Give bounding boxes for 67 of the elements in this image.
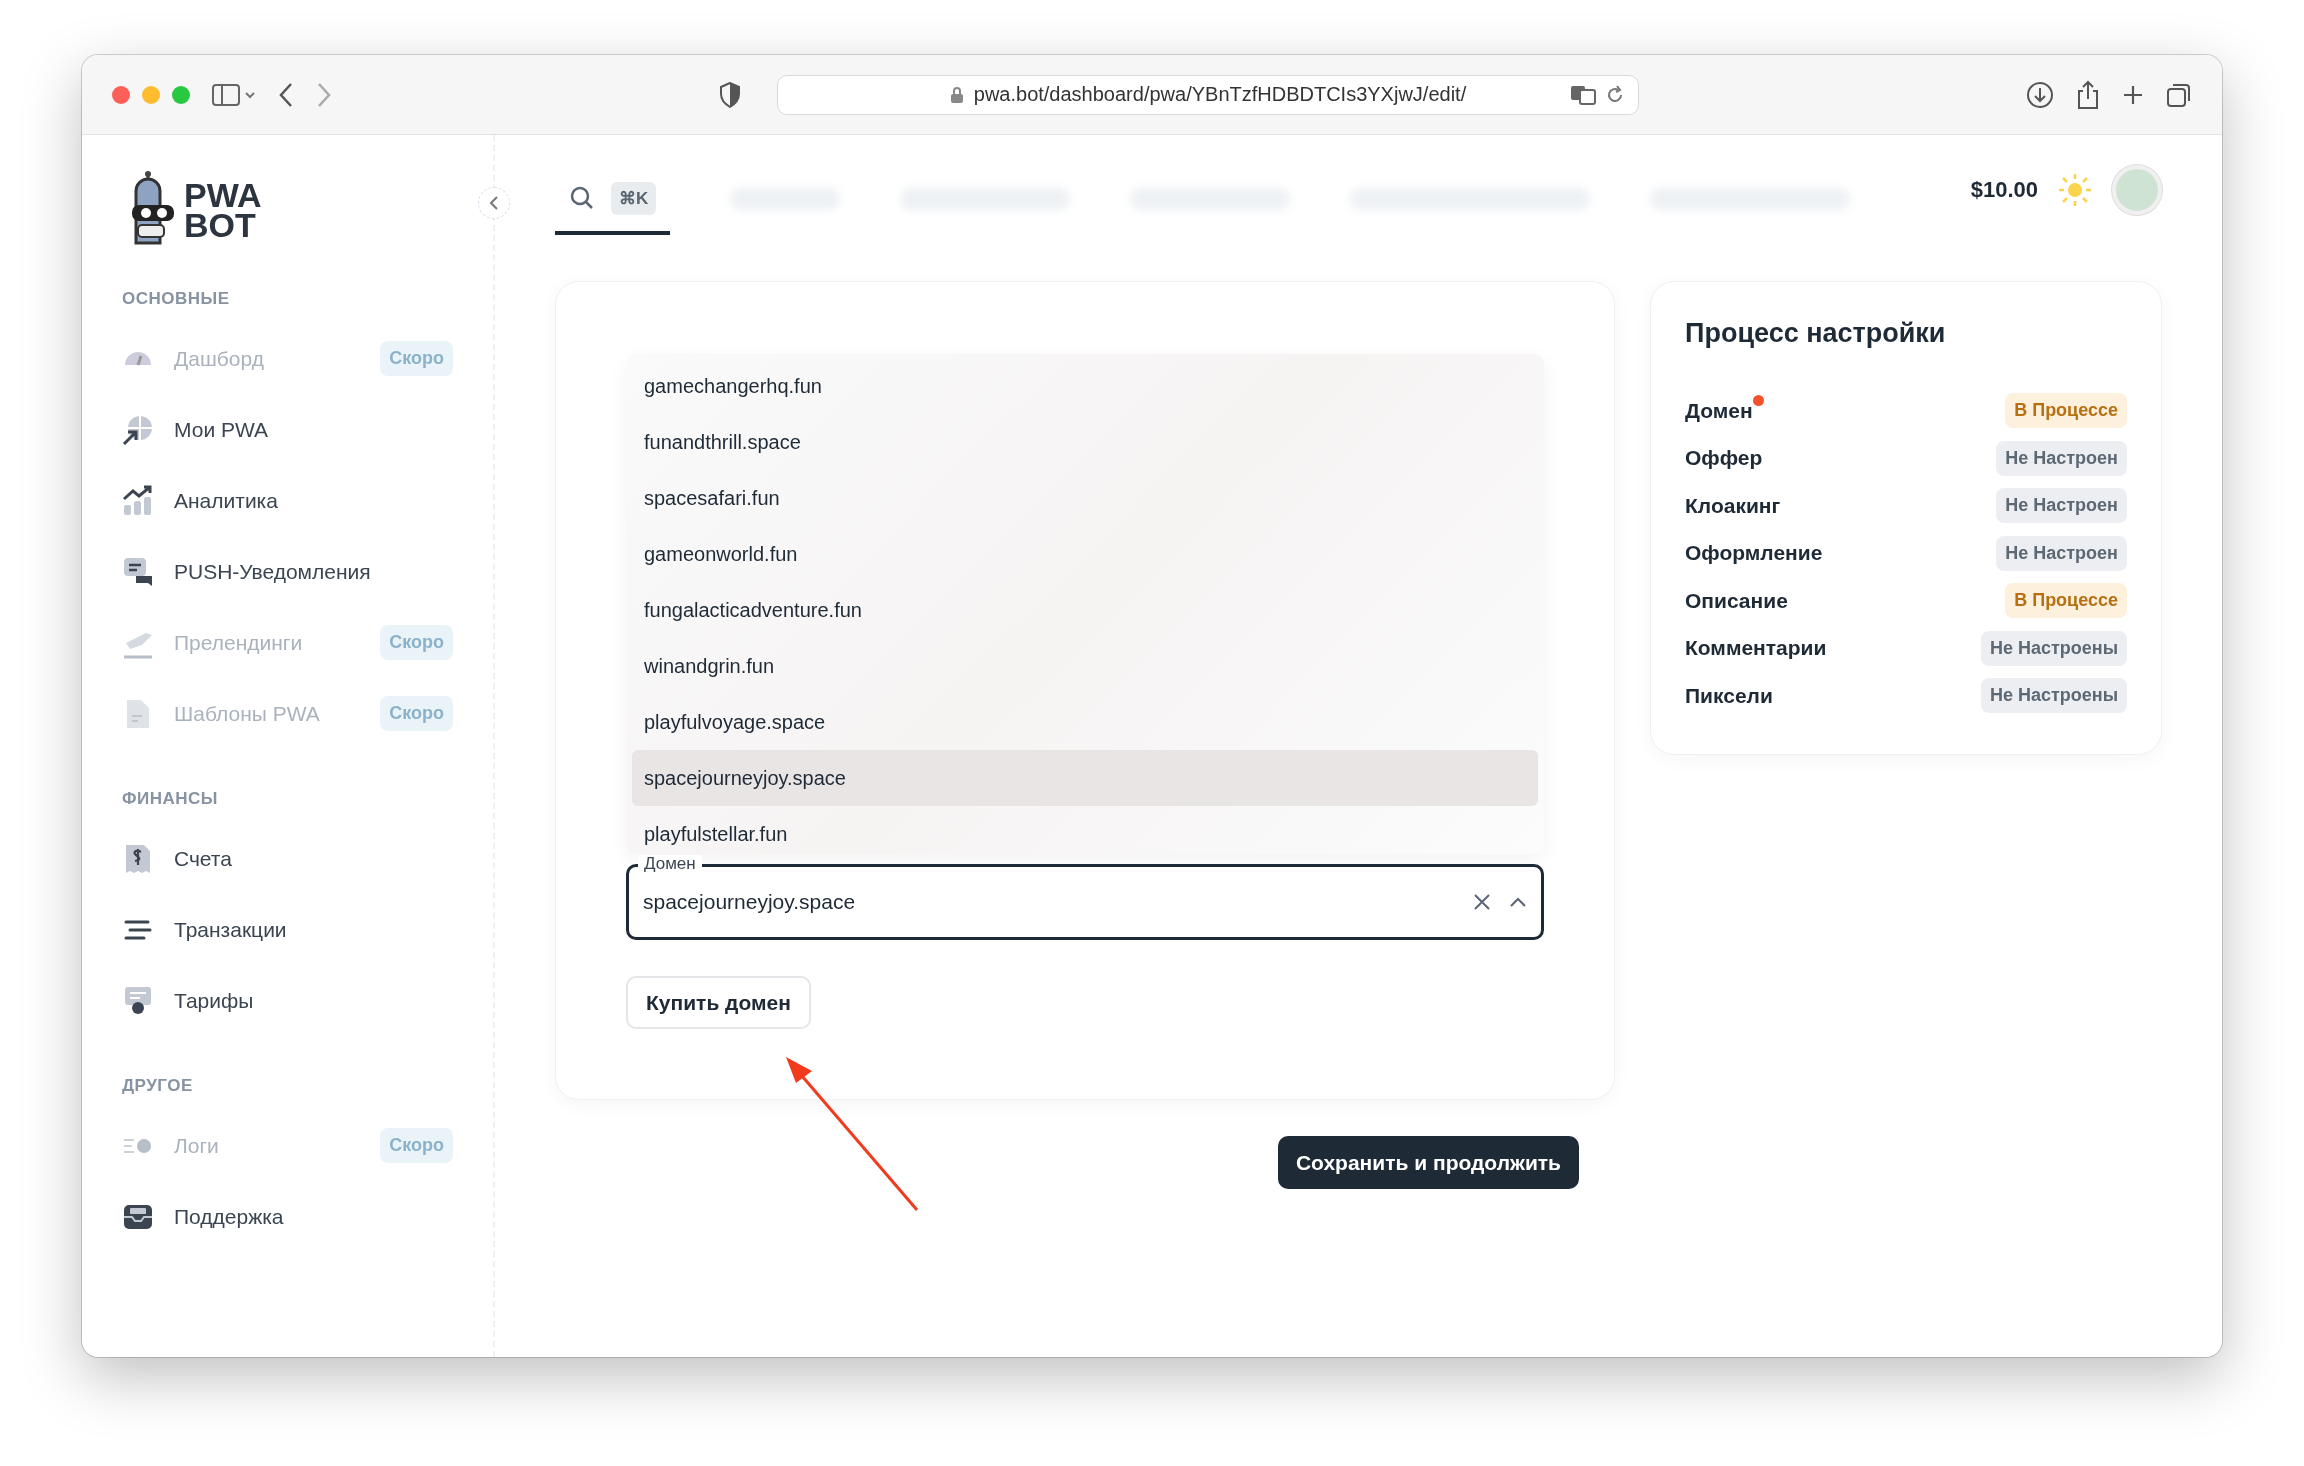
dropdown-option[interactable]: winandgrin.fun [632, 638, 1538, 694]
card-title: Процесс настройки [1685, 318, 1947, 349]
step-label: Оформление [1685, 541, 1823, 566]
step-label: Пиксели [1685, 683, 1773, 708]
globe-icon [122, 413, 154, 446]
sidebar-item[interactable]: Тарифы [122, 965, 453, 1036]
chat-icon [122, 555, 154, 588]
download-icon[interactable] [2026, 80, 2054, 109]
soon-badge: Скоро [380, 625, 453, 660]
step-label: Комментарии [1685, 636, 1827, 661]
balance: $10.00 [1970, 177, 2038, 203]
status-badge: Не Настроен [1996, 488, 2127, 524]
collapse-sidebar-button[interactable] [478, 187, 510, 219]
dropdown-option[interactable]: playfulstellar.fun [632, 806, 1538, 854]
dropdown-option[interactable]: gameonworld.fun [632, 526, 1538, 582]
chevron-up-icon[interactable] [1509, 896, 1527, 908]
soon-badge: Скоро [380, 696, 453, 731]
shortcut-hint: ⌘K [611, 181, 657, 215]
buy-domain-button[interactable]: Купить домен [626, 976, 811, 1029]
soon-badge: Скоро [380, 1128, 453, 1163]
dropdown-option[interactable]: spacejourneyjoy.space [632, 750, 1538, 806]
status-badge: Не Настроен [1996, 535, 2127, 571]
chart-icon [122, 484, 154, 517]
dropdown-option[interactable]: gamechangerhq.fun [632, 358, 1538, 414]
step-label: Описание [1685, 588, 1788, 613]
status-badge: Не Настроен [1996, 440, 2127, 476]
step-label: Домен [1685, 398, 1753, 423]
certificate-icon [122, 984, 154, 1017]
sidebar-item[interactable]: Аналитика [122, 465, 453, 536]
status-badge: В Процессе [2005, 393, 2127, 429]
step-label: Клоакинг [1685, 493, 1781, 518]
sidebar-toggle-icon[interactable] [212, 82, 256, 107]
sidebar-item[interactable]: Мои PWA [122, 394, 453, 465]
sidebar-item[interactable]: Счета [122, 823, 453, 894]
soon-badge: Скоро [380, 341, 453, 376]
sidebar-item[interactable]: PUSH-Уведомления [122, 536, 453, 607]
dropdown-option[interactable]: fungalacticadventure.fun [632, 582, 1538, 638]
logo-text: PWA BOT [184, 180, 262, 240]
section-title: ОСНОВНЫЕ [122, 289, 231, 309]
search-button[interactable]: ⌘K [555, 175, 671, 235]
back-icon[interactable] [278, 81, 294, 108]
chevron-left-icon [489, 195, 499, 211]
shield-icon[interactable] [719, 81, 741, 108]
status-badge: Не Настроены [1980, 630, 2127, 666]
tabs-overview-icon[interactable] [2166, 81, 2192, 108]
field-label: Домен [638, 855, 702, 873]
clear-icon[interactable] [1473, 893, 1491, 911]
translate-icon[interactable] [1570, 84, 1596, 105]
new-tab-icon[interactable] [2122, 83, 2144, 106]
sidebar-item[interactable]: Поддержка [122, 1181, 453, 1252]
reload-icon[interactable] [1606, 84, 1624, 105]
sidebar-item[interactable]: Транзакции [122, 894, 453, 965]
dropdown-option[interactable]: playfulvoyage.space [632, 694, 1538, 750]
section-title: ДРУГОЕ [122, 1076, 194, 1096]
address-bar[interactable]: pwa.bot/dashboard/pwa/YBnTzfHDBDTCIs3YXjwJ/edit/ [777, 74, 1639, 115]
url-text: pwa.bot/dashboard/pwa/YBnTzfHDBDTCIs3YXjwJ/edit/ [973, 83, 1467, 106]
section-title: ФИНАНСЫ [122, 789, 219, 809]
save-continue-button[interactable]: Сохранить и продолжить [1277, 1136, 1579, 1189]
status-badge: Не Настроены [1980, 678, 2127, 714]
dropdown-option[interactable]: spacesafari.fun [632, 470, 1538, 526]
step-label: Оффер [1685, 446, 1763, 471]
share-icon[interactable] [2076, 79, 2100, 110]
search-icon [569, 185, 595, 211]
status-badge: В Процессе [2005, 583, 2127, 619]
lock-icon [949, 85, 964, 104]
window-control-button[interactable] [112, 85, 130, 104]
dropdown-option[interactable]: funandthrill.space [632, 414, 1538, 470]
